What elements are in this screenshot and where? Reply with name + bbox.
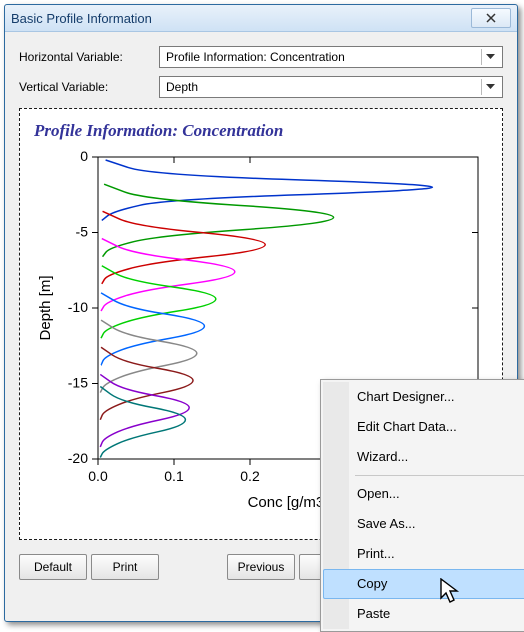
svg-text:Conc [g/m3]: Conc [g/m3]	[248, 494, 329, 511]
window-title: Basic Profile Information	[11, 11, 471, 26]
combo-horizontal-variable[interactable]: Profile Information: Concentration	[159, 46, 503, 68]
menu-print[interactable]: Print...	[323, 539, 524, 569]
menu-wizard[interactable]: Wizard...	[323, 442, 524, 472]
svg-text:0.0: 0.0	[88, 468, 108, 484]
default-button[interactable]: Default	[19, 554, 87, 580]
menu-copy[interactable]: Copy	[323, 569, 524, 599]
chart-context-menu: Chart Designer... Edit Chart Data... Wiz…	[320, 379, 524, 632]
label-vertical-variable: Vertical Variable:	[19, 80, 159, 94]
svg-text:Depth [m]: Depth [m]	[37, 275, 54, 340]
chart-title: Profile Information: Concentration	[34, 121, 490, 141]
chevron-down-icon	[481, 49, 498, 65]
chart-frame: Profile Information: Concentration 0 -5 -1…	[19, 108, 503, 540]
window-close-button[interactable]	[471, 8, 511, 28]
menu-open[interactable]: Open...	[323, 479, 524, 509]
svg-text:0.1: 0.1	[164, 468, 184, 484]
row-horizontal-variable: Horizontal Variable: Profile Information…	[19, 46, 503, 68]
svg-text:0: 0	[80, 148, 88, 164]
svg-text:-20: -20	[68, 450, 88, 466]
titlebar: Basic Profile Information	[5, 5, 517, 32]
chevron-down-icon	[481, 79, 498, 95]
row-vertical-variable: Vertical Variable: Depth	[19, 76, 503, 98]
combo-horizontal-value: Profile Information: Concentration	[166, 50, 345, 64]
svg-text:0.2: 0.2	[240, 468, 260, 484]
menu-chart-designer[interactable]: Chart Designer...	[323, 382, 524, 412]
svg-text:-15: -15	[68, 375, 88, 391]
label-horizontal-variable: Horizontal Variable:	[19, 50, 159, 64]
print-button[interactable]: Print	[91, 554, 159, 580]
menu-paste[interactable]: Paste	[323, 599, 524, 629]
close-icon	[486, 13, 496, 23]
combo-vertical-variable[interactable]: Depth	[159, 76, 503, 98]
svg-text:-5: -5	[76, 224, 89, 240]
svg-text:-10: -10	[68, 299, 88, 315]
previous-button[interactable]: Previous	[227, 554, 295, 580]
menu-separator	[355, 475, 524, 476]
menu-save-as[interactable]: Save As...	[323, 509, 524, 539]
menu-edit-chart-data[interactable]: Edit Chart Data...	[323, 412, 524, 442]
window-body: Horizontal Variable: Profile Information…	[5, 32, 517, 590]
combo-vertical-value: Depth	[166, 80, 198, 94]
window: Basic Profile Information Horizontal Var…	[4, 4, 518, 622]
